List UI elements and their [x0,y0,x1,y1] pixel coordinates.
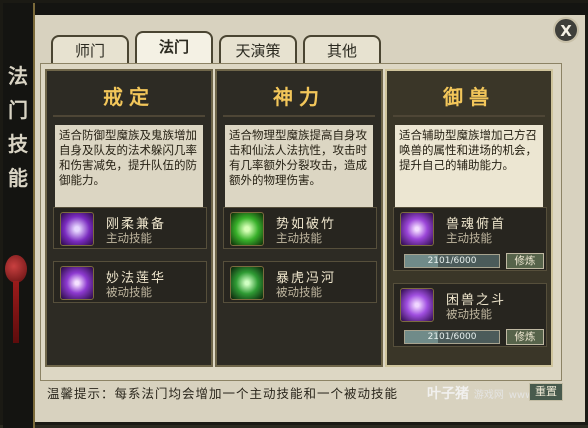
tab-famen[interactable]: 法门 [135,31,213,65]
school-description: 适合辅助型魔族增加己方召唤兽的属性和进场的机会，提升自己的辅助能力。 [395,125,543,211]
beast-fight-icon [400,288,434,322]
school-panel-jieding[interactable]: 戒定 适合防御型魔族及鬼族增加自身及队友的法术躲闪几率和伤害减免，提升队伍的防御… [45,69,213,367]
window-top-bar [33,3,588,15]
skill-type: 被动技能 [106,285,152,299]
title-divider [53,115,205,123]
lotus-icon [60,266,94,300]
skill-slot[interactable]: 妙法莲华 被动技能 [53,261,207,303]
reset-button[interactable]: 重置 [529,383,563,401]
skill-progress-bar: 2101/6000 [404,254,500,268]
school-title: 戒定 [103,85,155,109]
school-title: 御兽 [443,85,495,109]
school-description: 适合物理型魔族提高自身攻击和仙法人法抗性，攻击时有几率额外分裂攻击，造成额外的物… [225,125,373,211]
tiger-icon [230,266,264,300]
skill-slot[interactable]: 势如破竹 主动技能 [223,207,377,249]
tab-shimen[interactable]: 师门 [51,35,129,65]
skill-window: 法 门 技 能 X 师门 法门 天演策 其他 戒定 适合防御型魔族及鬼族增加自身… [0,0,588,428]
title-divider [223,115,375,123]
cultivate-button[interactable]: 修炼 [506,329,544,345]
side-title: 法 门 技 能 [6,59,30,195]
skill-slot[interactable]: 暴虎冯河 被动技能 [223,261,377,303]
side-title-char: 技 [8,132,28,156]
skill-slot[interactable]: 困兽之斗 被动技能 2101/6000 修炼 [393,283,547,347]
title-divider [393,115,545,123]
side-title-char: 能 [8,166,28,190]
watermark-brand: 叶子猪 [427,386,469,402]
tassel-knot-icon [5,255,27,283]
side-banner: 法 门 技 能 [3,3,35,428]
school-title: 神力 [273,85,325,109]
skill-slot[interactable]: 兽魂俯首 主动技能 2101/6000 修炼 [393,207,547,271]
footer-hint: 温馨提示：每系法门均会增加一个主动技能和一个被动技能 [47,386,399,401]
progress-text: 2101/6000 [427,332,477,342]
tab-tianyance[interactable]: 天演策 [219,35,297,65]
school-panel-shenli[interactable]: 神力 适合物理型魔族提高自身攻击和仙法人法抗性，攻击时有几率额外分裂攻击，造成额… [215,69,383,367]
watermark-sub: 游戏网 [473,390,504,401]
skill-type: 主动技能 [106,231,152,245]
green-bamboo-icon [230,212,264,246]
school-description: 适合防御型魔族及鬼族增加自身及队友的法术躲闪几率和伤害减免，提升队伍的防御能力。 [55,125,203,211]
school-panel-yushou[interactable]: 御兽 适合辅助型魔族增加己方召唤兽的属性和进场的机会，提升自己的辅助能力。 兽魂… [385,69,553,367]
tassel-icon [13,281,19,343]
side-title-char: 法 [8,64,28,88]
beast-soul-icon [400,212,434,246]
cultivate-button[interactable]: 修炼 [506,253,544,269]
side-title-char: 门 [8,98,28,122]
tab-other[interactable]: 其他 [303,35,381,65]
skill-type: 主动技能 [276,231,322,245]
skill-type: 被动技能 [276,285,322,299]
progress-text: 2101/6000 [427,256,477,266]
skill-type: 被动技能 [446,307,492,321]
close-button[interactable]: X [553,17,579,43]
skill-progress-bar: 2101/6000 [404,330,500,344]
skill-type: 主动技能 [446,231,492,245]
yin-yang-icon [60,212,94,246]
skill-slot[interactable]: 刚柔兼备 主动技能 [53,207,207,249]
